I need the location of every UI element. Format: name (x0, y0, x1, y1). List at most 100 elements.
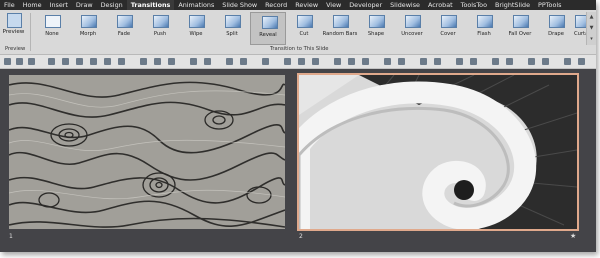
tab-draw[interactable]: Draw (72, 0, 97, 10)
transition-curtains[interactable]: Curtains (574, 12, 586, 45)
scroll-down-icon[interactable]: ▼ (587, 23, 596, 34)
video-icon[interactable] (492, 58, 499, 65)
slide-sorter: 1 2 ★ (0, 69, 596, 252)
tab-design[interactable]: Design (97, 0, 127, 10)
ribbon: Preview Preview None Morph Fade Push Wip… (0, 10, 596, 55)
outline-color-icon[interactable] (298, 58, 305, 65)
text-box-icon[interactable] (62, 58, 69, 65)
tab-insert[interactable]: Insert (46, 0, 72, 10)
tab-file[interactable]: File (0, 0, 19, 10)
preview-label: Preview (2, 29, 25, 35)
tab-animations[interactable]: Animations (174, 0, 218, 10)
transition-wipe[interactable]: Wipe (178, 12, 214, 45)
transition-push[interactable]: Push (142, 12, 178, 45)
tab-pptools[interactable]: PPTools (534, 0, 565, 10)
slide-thumbnail-2[interactable] (297, 73, 579, 231)
gallery-more-icon[interactable]: ▾ (587, 34, 596, 45)
align-right-icon[interactable] (168, 58, 175, 65)
cut-icon (297, 15, 313, 28)
transition-none[interactable]: None (34, 12, 70, 45)
slide-number-1: 1 (9, 233, 13, 240)
shape-icon (369, 15, 385, 28)
uncover-icon (405, 15, 421, 28)
align-left-icon[interactable] (140, 58, 147, 65)
wood-grain-image (9, 75, 285, 229)
chart-icon[interactable] (456, 58, 463, 65)
font-color-icon[interactable] (312, 58, 319, 65)
fill-color-icon[interactable] (284, 58, 291, 65)
slide-thumbnail-1[interactable] (9, 75, 285, 229)
tab-home[interactable]: Home (19, 0, 46, 10)
preview-group-label: Preview (5, 46, 26, 52)
random-bars-icon (333, 15, 349, 28)
transition-reveal[interactable]: Reveal (250, 12, 286, 45)
tab-acrobat[interactable]: Acrobat (424, 0, 457, 10)
ungroup-icon[interactable] (204, 58, 211, 65)
reveal-icon (262, 16, 278, 29)
customize-toolbar-icon[interactable] (578, 58, 585, 65)
morph-icon (81, 15, 97, 28)
transition-split[interactable]: Split (214, 12, 250, 45)
transitions-group-label: Transition to This Slide (270, 46, 329, 52)
transition-fall-over[interactable]: Fall Over (502, 12, 538, 45)
send-backward-icon[interactable] (240, 58, 247, 65)
scroll-up-icon[interactable]: ▲ (587, 12, 596, 23)
table-icon[interactable] (118, 58, 125, 65)
shape-tool-icon[interactable] (76, 58, 83, 65)
powerpoint-window: File Home Insert Draw Design Transitions… (0, 0, 596, 252)
crop-icon[interactable] (384, 58, 391, 65)
transition-uncover[interactable]: Uncover (394, 12, 430, 45)
preview-button[interactable]: Preview (1, 11, 26, 51)
presenter-icon[interactable] (542, 58, 549, 65)
transition-flash[interactable]: Flash (466, 12, 502, 45)
preview-icon (7, 13, 22, 28)
link-icon[interactable] (434, 58, 441, 65)
tab-slide-show[interactable]: Slide Show (218, 0, 261, 10)
save-icon[interactable] (4, 58, 11, 65)
tab-toolstoo[interactable]: ToolsToo (457, 0, 491, 10)
tab-brightslide[interactable]: BrightSlide (491, 0, 534, 10)
transition-random-bars[interactable]: Random Bars (322, 12, 358, 45)
select-icon[interactable] (48, 58, 55, 65)
spiral-staircase-image (299, 75, 577, 229)
line-tool-icon[interactable] (90, 58, 97, 65)
redo-icon[interactable] (28, 58, 35, 65)
format-painter-icon[interactable] (262, 58, 269, 65)
rotate-icon[interactable] (348, 58, 355, 65)
slideshow-icon[interactable] (528, 58, 535, 65)
size-icon[interactable] (398, 58, 405, 65)
flash-icon (477, 15, 493, 28)
transition-indicator-icon[interactable]: ★ (570, 232, 576, 240)
transition-drape[interactable]: Drape (538, 12, 574, 45)
ribbon-separator (30, 13, 31, 51)
lock-icon[interactable] (420, 58, 427, 65)
quick-access-toolbar (0, 55, 596, 69)
group-icon[interactable] (190, 58, 197, 65)
undo-icon[interactable] (16, 58, 23, 65)
distribute-icon[interactable] (334, 58, 341, 65)
tab-review[interactable]: Review (291, 0, 322, 10)
wipe-icon (189, 15, 205, 28)
tab-transitions[interactable]: Transitions (126, 0, 175, 10)
transition-shape[interactable]: Shape (358, 12, 394, 45)
transition-fade[interactable]: Fade (106, 12, 142, 45)
audio-icon[interactable] (506, 58, 513, 65)
transition-morph[interactable]: Morph (70, 12, 106, 45)
push-icon (153, 15, 169, 28)
transition-cut[interactable]: Cut (286, 12, 322, 45)
tab-slidewise[interactable]: Slidewise (386, 0, 424, 10)
align-center-icon[interactable] (154, 58, 161, 65)
settings-icon[interactable] (564, 58, 571, 65)
tab-developer[interactable]: Developer (345, 0, 386, 10)
gallery-scroll[interactable]: ▲ ▼ ▾ (586, 12, 596, 45)
transition-gallery: None Morph Fade Push Wipe Split Reveal C… (34, 12, 586, 45)
smartart-icon[interactable] (470, 58, 477, 65)
drape-icon (549, 15, 565, 28)
transition-cover[interactable]: Cover (430, 12, 466, 45)
picture-icon[interactable] (104, 58, 111, 65)
bring-forward-icon[interactable] (226, 58, 233, 65)
tab-record[interactable]: Record (261, 0, 291, 10)
curtains-icon (575, 15, 586, 28)
tab-view[interactable]: View (322, 0, 345, 10)
flip-icon[interactable] (362, 58, 369, 65)
